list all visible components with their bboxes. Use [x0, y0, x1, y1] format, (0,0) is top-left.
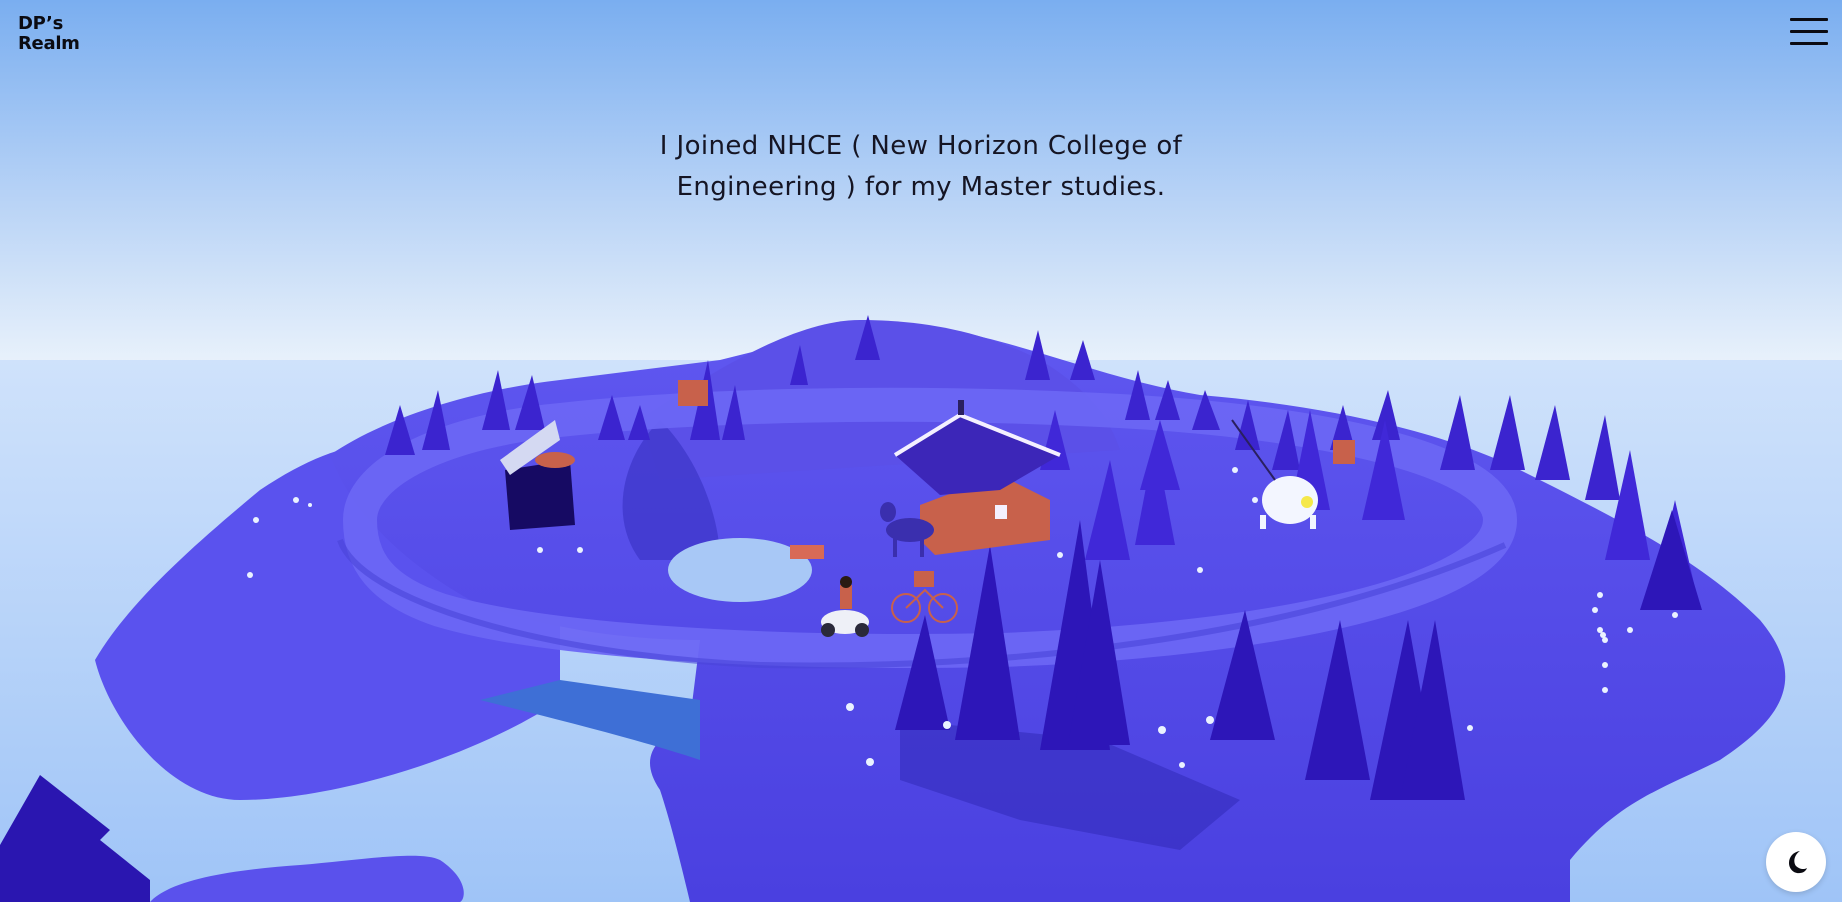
caption-line-1: I Joined NHCE ( New Horizon College of — [659, 131, 1183, 161]
hamburger-menu-icon[interactable] — [1790, 16, 1828, 46]
moon-icon — [1789, 851, 1807, 874]
red-barrel — [1333, 440, 1355, 464]
logo-line-2: Realm — [18, 33, 80, 54]
red-cabin-back — [678, 380, 708, 406]
gift-box — [790, 545, 824, 559]
caption-line-2: Engineering ) for my Master studies. — [676, 172, 1166, 202]
logo-line-1: DP’s — [18, 13, 63, 34]
app-root: DP’s Realm I Joined NHCE ( New Horizon C… — [0, 0, 1842, 902]
story-caption: I Joined NHCE ( New Horizon College of E… — [621, 126, 1221, 208]
theme-toggle-button[interactable] — [1766, 832, 1826, 892]
site-logo[interactable]: DP’s Realm — [18, 14, 80, 54]
